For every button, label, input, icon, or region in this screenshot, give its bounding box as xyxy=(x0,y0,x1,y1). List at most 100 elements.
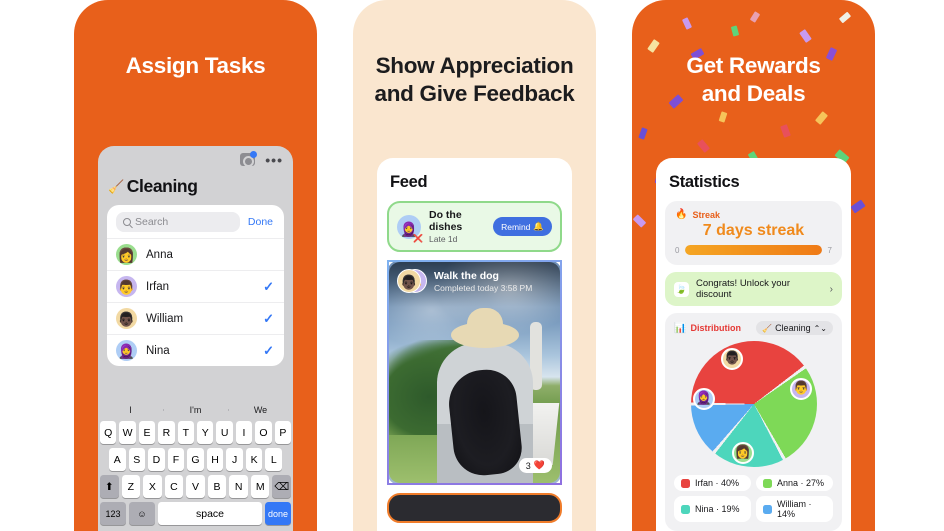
headline-line: Assign Tasks xyxy=(125,53,266,78)
emoji-key[interactable]: ☺ xyxy=(129,502,155,525)
feed-card-partial[interactable] xyxy=(387,493,562,523)
screen-topbar: ••• xyxy=(98,146,293,176)
space-key[interactable]: space xyxy=(158,502,262,525)
key[interactable]: N xyxy=(229,475,248,498)
keyboard-row-2: A S D F G H J K L xyxy=(100,448,291,471)
distribution-title: Distribution xyxy=(690,323,741,333)
feed-card-task[interactable]: 🧕 ❌ Do the dishes Late 1d Remind 🔔 xyxy=(387,201,562,252)
backspace-key[interactable]: ⌫ xyxy=(272,475,292,498)
donut-avatar-anna: 👩 xyxy=(731,441,754,464)
chevron-updown-icon: ⌃⌄ xyxy=(813,323,827,333)
key[interactable]: M xyxy=(250,475,270,498)
key[interactable]: H xyxy=(206,448,224,471)
key[interactable]: D xyxy=(148,448,165,471)
numeric-key[interactable]: 123 xyxy=(100,502,126,525)
key[interactable]: W xyxy=(119,421,136,444)
key[interactable]: O xyxy=(255,421,272,444)
key[interactable]: L xyxy=(265,448,283,471)
key[interactable]: C xyxy=(164,475,184,498)
photo-text: Walk the dog Completed today 3:58 PM xyxy=(434,270,532,293)
photo-title: Walk the dog xyxy=(434,269,499,282)
avatar: 👨🏿 xyxy=(116,308,137,329)
leaf-icon: 🍃 xyxy=(674,281,689,297)
suggestion-chip[interactable]: I xyxy=(98,405,163,415)
list-item[interactable]: 👨🏿 William ✓ xyxy=(107,302,284,334)
headline-line: and Give Feedback xyxy=(374,81,575,107)
key[interactable]: J xyxy=(226,448,243,471)
search-row: Search Done xyxy=(107,205,284,238)
avatar: 👩 xyxy=(116,244,137,265)
checkmark-icon: ✓ xyxy=(263,310,274,326)
task-title: Do the dishes xyxy=(429,209,463,233)
headline-line: Get Rewards xyxy=(686,53,821,78)
search-input[interactable]: Search xyxy=(116,212,240,232)
legend-item: William · 14% xyxy=(756,496,833,522)
key[interactable]: F xyxy=(167,448,185,471)
list-item[interactable]: 👩 Anna xyxy=(107,238,284,270)
list-item-label: William xyxy=(146,312,184,325)
keyboard-suggestion-bar: I I'm We xyxy=(98,399,293,421)
progress-fill xyxy=(685,245,822,255)
broom-icon: 🧹 xyxy=(108,178,124,194)
panel-show-appreciation: Show Appreciation and Give Feedback Feed… xyxy=(353,0,596,531)
page-title: 🧹 Cleaning xyxy=(98,176,293,205)
suggestion-chip[interactable]: We xyxy=(228,405,293,415)
list-item[interactable]: 🧕 Nina ✓ xyxy=(107,334,284,366)
selector-label: Cleaning xyxy=(775,323,811,333)
camera-icon[interactable] xyxy=(240,151,257,167)
legend-swatch xyxy=(763,478,772,488)
like-counter[interactable]: 3 ❤️ xyxy=(518,458,552,473)
discount-banner[interactable]: 🍃 Congrats! Unlock your discount › xyxy=(665,272,842,306)
category-selector[interactable]: 🧹 Cleaning ⌃⌄ xyxy=(756,321,833,335)
suggestion-chip[interactable]: I'm xyxy=(163,405,228,415)
panel-1-headline: Assign Tasks xyxy=(74,52,317,80)
avatar: 🧕 xyxy=(116,340,137,361)
key[interactable]: T xyxy=(177,421,194,444)
legend-label: William · 14% xyxy=(777,499,812,519)
assignee-list: Search Done 👩 Anna 👨 Irfan ✓ 👨🏿 William xyxy=(107,205,284,366)
key[interactable]: S xyxy=(128,448,146,471)
legend-item: Irfan · 40% xyxy=(674,475,751,491)
done-button[interactable]: Done xyxy=(248,216,275,228)
headline-line: and Deals xyxy=(701,81,806,107)
feed-card-photo[interactable]: 👨 👨🏿 Walk the dog Completed today 3:58 P… xyxy=(387,260,562,485)
done-key[interactable]: done xyxy=(265,502,291,525)
donut-avatar-irfan: 👨 xyxy=(790,377,813,400)
legend-label: Irfan · 40% xyxy=(695,478,740,488)
task-text: Do the dishes Late 1d xyxy=(429,209,485,244)
key[interactable]: V xyxy=(186,475,205,498)
remind-button[interactable]: Remind 🔔 xyxy=(493,217,552,236)
shift-key[interactable]: ⬆ xyxy=(99,475,119,498)
page-title: Statistics xyxy=(669,173,740,191)
keyboard-row-4: 123 ☺ space done xyxy=(100,502,291,525)
chart-icon: 📊 xyxy=(674,322,687,334)
key[interactable]: E xyxy=(138,421,156,444)
list-item[interactable]: 👨 Irfan ✓ xyxy=(107,270,284,302)
key[interactable]: G xyxy=(187,448,204,471)
distribution-legend: Irfan · 40% Anna · 27% Nina · 19% Willia… xyxy=(674,475,833,522)
checkmark-icon: ✓ xyxy=(263,342,274,358)
phone-screen-assign-tasks: ••• 🧹 Cleaning Search Done 👩 Anna 👨 Irfa… xyxy=(98,146,293,531)
key[interactable]: Z xyxy=(121,475,141,498)
checkmark-icon: ✓ xyxy=(263,278,274,294)
donut-avatar-william: 👨🏿 xyxy=(721,347,744,370)
photo-subtitle: Completed today 3:58 PM xyxy=(434,282,533,293)
key[interactable]: U xyxy=(216,421,233,444)
key[interactable]: P xyxy=(274,421,292,444)
key[interactable]: R xyxy=(158,421,175,444)
progress-bar xyxy=(685,245,822,255)
on-screen-keyboard[interactable]: I I'm We Q W E R T Y U I O P A S D F G H… xyxy=(98,399,293,531)
keyboard-rows: Q W E R T Y U I O P A S D F G H J K L ⬆ … xyxy=(98,421,293,531)
key[interactable]: B xyxy=(207,475,227,498)
key[interactable]: K xyxy=(245,448,263,471)
key[interactable]: I xyxy=(235,421,253,444)
photo-dog xyxy=(445,366,525,479)
key[interactable]: X xyxy=(143,475,162,498)
distribution-header: 📊 Distribution 🧹 Cleaning ⌃⌄ xyxy=(674,321,833,335)
key[interactable]: Y xyxy=(197,421,214,444)
panel-2-headline: Show Appreciation and Give Feedback xyxy=(353,52,596,109)
key[interactable]: Q xyxy=(99,421,117,444)
more-dots-icon[interactable]: ••• xyxy=(265,153,283,167)
key[interactable]: A xyxy=(108,448,126,471)
task-subtitle: Late 1d xyxy=(429,234,458,244)
